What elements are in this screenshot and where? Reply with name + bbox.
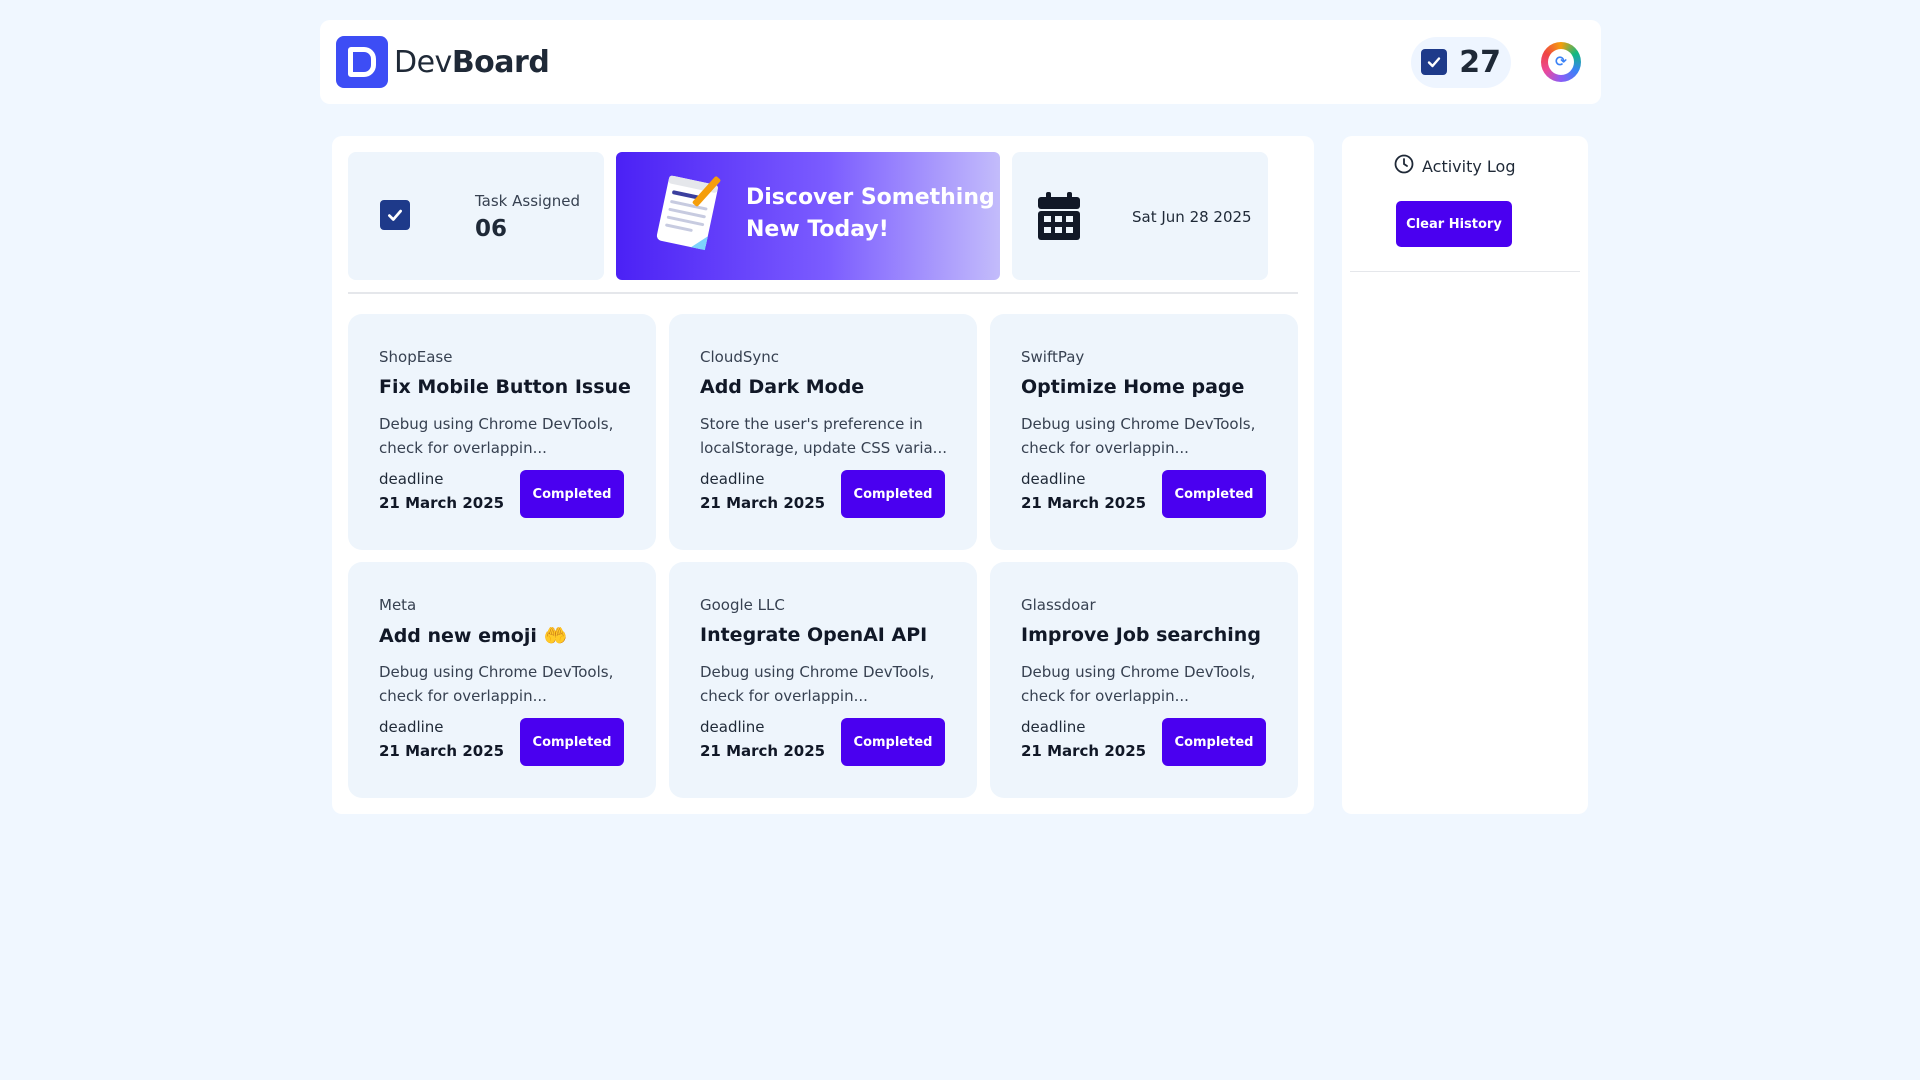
- completed-button[interactable]: Completed: [841, 470, 945, 518]
- task-title: Add Dark Mode: [700, 376, 865, 398]
- completed-button[interactable]: Completed: [520, 718, 624, 766]
- completed-button[interactable]: Completed: [1162, 718, 1266, 766]
- checkbox-icon: [1421, 49, 1448, 75]
- notepad-icon: [654, 170, 721, 254]
- task-assigned-count: 06: [475, 216, 508, 242]
- completed-button[interactable]: Completed: [841, 718, 945, 766]
- clear-history-button[interactable]: Clear History: [1396, 201, 1512, 247]
- deadline-date: 21 March 2025: [379, 742, 505, 760]
- counter-value: 27: [1459, 44, 1501, 80]
- task-card[interactable]: SwiftPay Optimize Home page Debug using …: [990, 314, 1298, 550]
- calendar-icon: [1036, 192, 1082, 246]
- deadline-label: deadline: [1021, 470, 1086, 488]
- date-card: Sat Jun 28 2025: [1012, 152, 1268, 280]
- completed-counter: 27: [1411, 36, 1511, 88]
- top-header: DevBoard 27 ⟳: [320, 20, 1601, 104]
- task-title: Integrate OpenAI API: [700, 624, 928, 646]
- task-assigned-card: Task Assigned 06: [348, 152, 604, 280]
- task-description: Store the user's preference in localStor…: [700, 415, 947, 457]
- task-description: Debug using Chrome DevTools, check for o…: [379, 663, 614, 705]
- activity-log-title: Activity Log: [1422, 156, 1516, 176]
- deadline-label: deadline: [700, 718, 765, 736]
- task-company: ShopEase: [379, 348, 453, 366]
- divider: [1350, 271, 1580, 272]
- clock-icon: [1394, 154, 1414, 178]
- task-company: Glassdoar: [1021, 596, 1096, 614]
- task-title: Fix Mobile Button Issue: [379, 376, 631, 398]
- task-title: Improve Job searching: [1021, 624, 1261, 646]
- deadline-label: deadline: [700, 470, 765, 488]
- activity-panel: Activity Log Clear History: [1342, 136, 1588, 814]
- deadline-date: 21 March 2025: [1021, 742, 1147, 760]
- task-card[interactable]: Google LLC Integrate OpenAI API Debug us…: [669, 562, 977, 798]
- divider: [348, 292, 1298, 294]
- completed-button[interactable]: Completed: [520, 470, 624, 518]
- completed-button[interactable]: Completed: [1162, 470, 1266, 518]
- task-card[interactable]: ShopEase Fix Mobile Button Issue Debug u…: [348, 314, 656, 550]
- discover-banner: Discover Something New Today!: [616, 152, 1000, 280]
- deadline-date: 21 March 2025: [1021, 494, 1147, 512]
- task-company: CloudSync: [700, 348, 779, 366]
- task-description: Debug using Chrome DevTools, check for o…: [1021, 415, 1256, 457]
- task-card[interactable]: CloudSync Add Dark Mode Store the user's…: [669, 314, 977, 550]
- deadline-date: 21 March 2025: [700, 742, 826, 760]
- task-description: Debug using Chrome DevTools, check for o…: [379, 415, 614, 457]
- deadline-date: 21 March 2025: [379, 494, 505, 512]
- task-assigned-label: Task Assigned: [475, 192, 580, 210]
- brand-name: DevBoard: [394, 44, 550, 80]
- brand[interactable]: DevBoard: [336, 36, 550, 88]
- task-description: Debug using Chrome DevTools, check for o…: [1021, 663, 1256, 705]
- current-date: Sat Jun 28 2025: [1132, 208, 1252, 226]
- logo-icon: [336, 36, 388, 88]
- task-title: Add new emoji 🤲: [379, 625, 568, 647]
- deadline-label: deadline: [379, 470, 444, 488]
- activity-header: Activity Log: [1394, 154, 1516, 178]
- task-description: Debug using Chrome DevTools, check for o…: [700, 663, 935, 705]
- task-card[interactable]: Glassdoar Improve Job searching Debug us…: [990, 562, 1298, 798]
- task-title: Optimize Home page: [1021, 376, 1245, 398]
- task-company: SwiftPay: [1021, 348, 1085, 366]
- task-company: Google LLC: [700, 596, 785, 614]
- task-card[interactable]: Meta Add new emoji 🤲 Debug using Chrome …: [348, 562, 656, 798]
- checkbox-icon: [380, 200, 410, 230]
- avatar-icon[interactable]: ⟳: [1541, 42, 1581, 82]
- deadline-date: 21 March 2025: [700, 494, 826, 512]
- banner-text: Discover Something New Today!: [746, 185, 995, 242]
- deadline-label: deadline: [1021, 718, 1086, 736]
- task-company: Meta: [379, 596, 417, 614]
- deadline-label: deadline: [379, 718, 444, 736]
- main-panel: Task Assigned 06 Discover Something New …: [332, 136, 1314, 814]
